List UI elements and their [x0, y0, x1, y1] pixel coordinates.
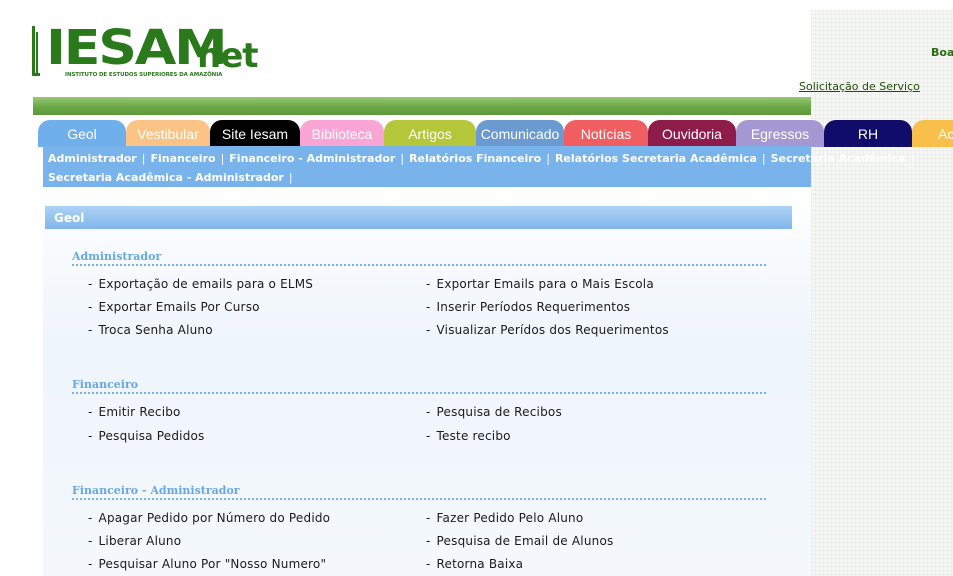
logo-frame-inner: [36, 32, 42, 74]
group-title-administrador: Administrador: [72, 250, 766, 266]
menu-link[interactable]: - Exportar Emails para o Mais Escola: [426, 277, 654, 291]
item-bullet: -: [426, 300, 431, 314]
item-bullet: -: [88, 557, 93, 571]
item-bullet: -: [426, 277, 431, 291]
tab-biblioteca[interactable]: Biblioteca: [300, 120, 384, 147]
tab-geol[interactable]: Geol: [38, 120, 126, 147]
menu-link[interactable]: - Pesquisa de Recibos: [426, 405, 562, 419]
menu-link-label: Pesquisa de Recibos: [436, 405, 562, 419]
menu-link[interactable]: - Fazer Pedido Pelo Aluno: [426, 511, 583, 525]
right-background-pattern: [811, 10, 953, 576]
tab-artigos[interactable]: Artigos: [384, 120, 476, 147]
subnav-separator: |: [761, 152, 766, 165]
menu-link[interactable]: - Apagar Pedido por Número do Pedido: [88, 511, 330, 525]
menu-link-label: Fazer Pedido Pelo Aluno: [436, 511, 584, 525]
menu-link[interactable]: - Visualizar Perídos dos Requerimentos: [426, 323, 669, 337]
service-request-link[interactable]: Solicitação de Serviço: [799, 80, 920, 93]
menu-link[interactable]: - Inserir Períodos Requerimentos: [426, 300, 630, 314]
group-title-financeiro: Financeiro: [72, 378, 766, 394]
item-bullet: -: [88, 534, 93, 548]
subnav-separator: |: [288, 171, 293, 184]
logo-subtitle: INSTITUTO DE ESTUDOS SUPERIORES DA AMAZÔ…: [65, 72, 223, 78]
subnav-separator: |: [220, 152, 225, 165]
tab-site-iesam[interactable]: Site Iesam: [210, 120, 300, 147]
subnav-administrador[interactable]: Administrador: [48, 152, 137, 165]
menu-link[interactable]: - Pesquisa de Email de Alunos: [426, 534, 613, 548]
menu-link[interactable]: - Troca Senha Aluno: [88, 323, 213, 337]
item-bullet: -: [426, 323, 431, 337]
item-bullet: -: [88, 429, 93, 443]
menu-link-label: Apagar Pedido por Número do Pedido: [98, 511, 331, 525]
subnav-secretaria-academica[interactable]: Secretária Acadêmica: [771, 152, 906, 165]
menu-link-label: Exportar Emails Por Curso: [98, 300, 260, 314]
menu-link-label: Emitir Recibo: [98, 405, 181, 419]
tab-comunicado[interactable]: Comunicado: [476, 120, 564, 147]
item-bullet: -: [426, 405, 431, 419]
menu-link[interactable]: - Exportar Emails Por Curso: [88, 300, 260, 314]
menu-link-label: Inserir Períodos Requerimentos: [436, 300, 631, 314]
item-bullet: -: [426, 534, 431, 548]
menu-link-label: Teste recibo: [436, 429, 511, 443]
subnav-relatorios-financeiro[interactable]: Relatórios Financeiro: [409, 152, 541, 165]
section-title: Geol: [45, 206, 792, 229]
subnav-separator: |: [910, 152, 915, 165]
menu-link[interactable]: - Retorna Baixa: [426, 557, 523, 571]
item-bullet: -: [88, 300, 93, 314]
header-green-bar: [33, 97, 811, 115]
subnav-separator: |: [400, 152, 405, 165]
menu-link-label: Pesquisa de Email de Alunos: [436, 534, 614, 548]
item-bullet: -: [88, 511, 93, 525]
tab-egressos[interactable]: Egressos: [736, 120, 824, 147]
subnav-bar: Administrador | Financeiro | Financeiro - Ad…: [43, 146, 914, 187]
menu-link-label: Exportação de emails para o ELMS: [98, 277, 314, 291]
menu-link-label: Troca Senha Aluno: [98, 323, 213, 337]
item-bullet: -: [88, 277, 93, 291]
item-bullet: -: [88, 405, 93, 419]
menu-link-label: Exportar Emails para o Mais Escola: [436, 277, 654, 291]
subnav-financeiro[interactable]: Financeiro: [150, 152, 215, 165]
menu-link[interactable]: - Pesquisar Aluno Por "Nosso Numero": [88, 557, 326, 571]
subnav-separator: |: [141, 152, 146, 165]
item-bullet: -: [426, 511, 431, 525]
menu-link[interactable]: - Pesquisa Pedidos: [88, 429, 205, 443]
item-bullet: -: [426, 429, 431, 443]
menu-link[interactable]: - Liberar Aluno: [88, 534, 181, 548]
menu-link[interactable]: - Teste recibo: [426, 429, 511, 443]
subnav-secretaria-academica-administrador[interactable]: Secretaria Acadêmica - Administrador: [48, 171, 284, 184]
iesam-logo[interactable]: IESAM net INSTITUTO DE ESTUDOS SUPERIORE…: [32, 20, 259, 82]
subnav-separator: |: [546, 152, 550, 165]
item-bullet: -: [88, 323, 93, 337]
menu-link[interactable]: - Exportação de emails para o ELMS: [88, 277, 313, 291]
tab-vestibular[interactable]: Vestibular: [126, 120, 210, 147]
subnav-financeiro-administrador[interactable]: Financeiro - Administrador: [229, 152, 395, 165]
tab-ac[interactable]: Ac: [912, 120, 953, 147]
subnav-relatorios-secretaria[interactable]: Relatórios Secretaria Acadêmica: [555, 152, 757, 165]
tab-noticias[interactable]: Notícias: [564, 120, 648, 147]
item-bullet: -: [426, 557, 431, 571]
menu-link-label: Pesquisar Aluno Por "Nosso Numero": [98, 557, 327, 571]
group-title-financeiro-administrador: Financeiro - Administrador: [72, 484, 766, 500]
tab-rh[interactable]: RH: [824, 120, 912, 147]
menu-link-label: Retorna Baixa: [436, 557, 524, 571]
logo-net: net: [197, 36, 259, 76]
menu-link-label: Pesquisa Pedidos: [98, 429, 205, 443]
menu-link-label: Visualizar Perídos dos Requerimentos: [436, 323, 669, 337]
tab-ouvidoria[interactable]: Ouvidoria: [648, 120, 736, 147]
subnav-row-1: Administrador | Financeiro | Financeiro - Ad…: [48, 152, 919, 165]
subnav-row-2: Secretaria Acadêmica - Administrador |: [48, 171, 298, 184]
menu-link-label: Liberar Aluno: [98, 534, 182, 548]
menu-link[interactable]: - Emitir Recibo: [88, 405, 181, 419]
greeting-text: Boa: [931, 46, 953, 59]
